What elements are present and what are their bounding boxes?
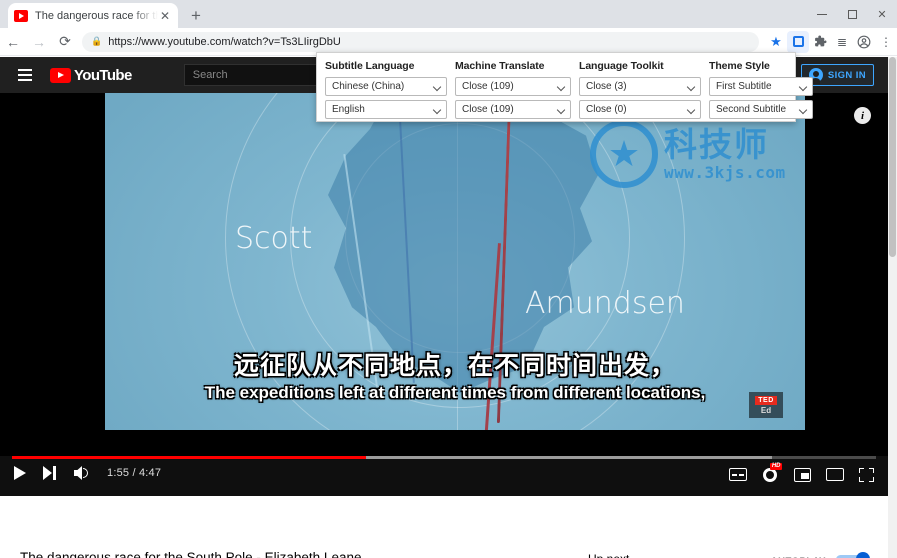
window-controls: ✕: [807, 0, 897, 28]
url-text: https://www.youtube.com/watch?v=Ts3LIirg…: [108, 35, 341, 48]
fullscreen-button[interactable]: [859, 467, 874, 482]
video-frame[interactable]: Scott Amundsen ★ 科技师 www.3kjs.com 远征队从不同…: [105, 93, 805, 430]
select-secondary-subtitle-language[interactable]: English: [325, 100, 447, 119]
address-bar[interactable]: 🔒 https://www.youtube.com/watch?v=Ts3LIi…: [82, 31, 759, 52]
column-machine-translate: Machine Translate Close (109) Close (109…: [455, 60, 579, 123]
map-label-scott: Scott: [235, 221, 313, 256]
column-header: Subtitle Language: [325, 60, 415, 72]
next-video-button[interactable]: [43, 466, 57, 480]
captions-button[interactable]: [729, 468, 747, 481]
bookmark-star-icon[interactable]: ★: [765, 31, 787, 53]
select-value: Close (109): [462, 104, 514, 115]
select-machine-translate-secondary[interactable]: Close (109): [455, 100, 571, 119]
scrollbar-thumb[interactable]: [889, 57, 896, 257]
browser-window: The dangerous race for the S ✕ + ✕ ← → ⟳…: [0, 0, 897, 558]
new-tab-button[interactable]: +: [186, 6, 206, 26]
extensions-puzzle-icon[interactable]: [809, 31, 831, 53]
forward-icon[interactable]: →: [26, 29, 52, 55]
subtitle-english: The expeditions left at different times …: [204, 383, 706, 402]
autoplay-toggle[interactable]: [836, 552, 870, 558]
ted-ed-branding-watermark[interactable]: TED Ed: [749, 392, 783, 418]
select-value: Close (109): [462, 81, 514, 92]
watermark-chinese-text: 科技师: [664, 124, 769, 164]
youtube-logo-text: YouTube: [74, 66, 132, 84]
subtitle-extension-panel: Subtitle Language Chinese (China) Englis…: [316, 52, 813, 123]
close-window-button[interactable]: ✕: [867, 0, 897, 28]
progress-played: [12, 456, 367, 459]
browser-menu-icon[interactable]: ⋮: [875, 31, 897, 53]
select-value: Close (3): [586, 81, 627, 92]
reading-list-icon[interactable]: ≣: [831, 31, 853, 53]
info-card-button[interactable]: i: [854, 107, 871, 124]
tab-strip: The dangerous race for the S ✕ + ✕: [0, 0, 897, 28]
time-display: 1:55 / 4:47: [107, 467, 162, 479]
hamburger-menu-icon[interactable]: [8, 57, 42, 93]
extension-active-icon[interactable]: [787, 30, 809, 53]
search-placeholder: Search: [192, 69, 228, 81]
youtube-favicon-icon: [14, 9, 28, 22]
star-icon: ★: [607, 133, 641, 174]
reload-icon[interactable]: ⟳: [52, 29, 78, 55]
minimize-button[interactable]: [807, 0, 837, 28]
select-value: First Subtitle: [716, 81, 772, 92]
map-label-amundsen: Amundsen: [525, 286, 685, 321]
browser-tab[interactable]: The dangerous race for the S ✕: [8, 3, 178, 28]
column-subtitle-language: Subtitle Language Chinese (China) Englis…: [325, 60, 455, 123]
progress-bar[interactable]: [12, 456, 876, 459]
up-next-title: Up next: [588, 552, 629, 558]
volume-button[interactable]: [74, 466, 90, 480]
watermark-url-text: www.3kjs.com: [664, 162, 786, 182]
sign-in-label: SIGN IN: [827, 69, 866, 81]
play-button[interactable]: [14, 466, 26, 480]
select-value: Second Subtitle: [716, 104, 787, 115]
select-value: English: [332, 104, 365, 115]
column-language-toolkit: Language Toolkit Close (3) Close (0): [579, 60, 709, 123]
ed-label: Ed: [760, 405, 772, 415]
watermark-star-logo-icon: ★: [590, 120, 658, 188]
select-primary-subtitle-language[interactable]: Chinese (China): [325, 77, 447, 96]
back-icon[interactable]: ←: [0, 29, 26, 55]
page-title: The dangerous race for the South Pole - …: [20, 550, 362, 558]
page-scrollbar[interactable]: [888, 57, 897, 558]
select-value: Close (0): [586, 104, 627, 115]
site-watermark: ★ 科技师 www.3kjs.com: [590, 120, 786, 188]
youtube-page: YouTube Search SIGN IN Scott Amundsen ★ …: [0, 57, 897, 558]
select-value: Chinese (China): [332, 81, 405, 92]
up-next-rail: Up next AUTOPLAY THE SECRET POWERS OF JE…: [570, 532, 888, 558]
miniplayer-button[interactable]: [794, 467, 811, 482]
select-theme-style-second[interactable]: Second Subtitle: [709, 100, 813, 119]
select-theme-style-first[interactable]: First Subtitle: [709, 77, 813, 96]
toggle-knob: [856, 552, 870, 558]
column-theme-style: Theme Style First Subtitle Second Subtit…: [709, 60, 819, 123]
player-controls: 1:55 / 4:47 HD: [0, 456, 888, 496]
subtitle-overlay: 远征队从不同地点，在不同时间出发， The expeditions left a…: [105, 351, 805, 405]
settings-gear-icon[interactable]: HD: [762, 463, 782, 483]
column-header: Machine Translate: [455, 60, 545, 72]
youtube-play-icon: [50, 67, 71, 83]
lock-icon: 🔒: [91, 36, 103, 46]
video-player[interactable]: Scott Amundsen ★ 科技师 www.3kjs.com 远征队从不同…: [0, 93, 888, 496]
column-header: Language Toolkit: [579, 60, 664, 72]
maximize-button[interactable]: [837, 0, 867, 28]
hd-badge: HD: [770, 463, 782, 470]
column-header: Theme Style: [709, 60, 770, 72]
subtitle-chinese: 远征队从不同地点，在不同时间出发，: [233, 351, 676, 380]
profile-avatar-icon[interactable]: [853, 31, 875, 53]
ted-label: TED: [755, 395, 777, 405]
theater-mode-button[interactable]: [826, 468, 844, 481]
select-language-toolkit-primary[interactable]: Close (3): [579, 77, 701, 96]
select-language-toolkit-secondary[interactable]: Close (0): [579, 100, 701, 119]
select-machine-translate-primary[interactable]: Close (109): [455, 77, 571, 96]
youtube-logo[interactable]: YouTube: [50, 67, 132, 84]
close-icon[interactable]: ✕: [158, 9, 172, 23]
tab-title: The dangerous race for the S: [35, 9, 158, 22]
